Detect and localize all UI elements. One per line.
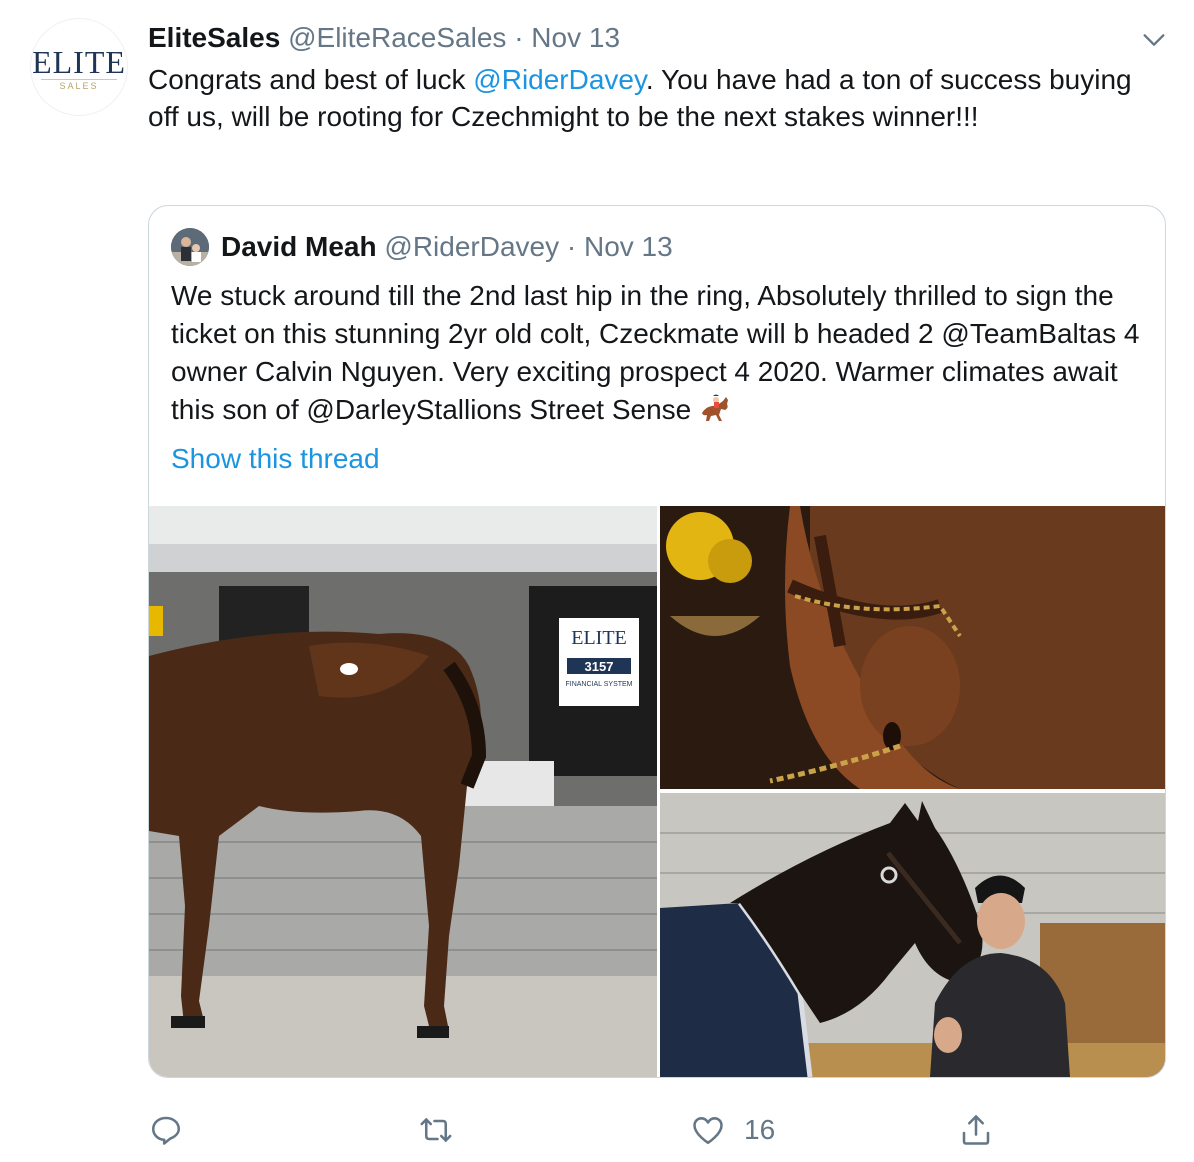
show-thread-link[interactable]: Show this thread (171, 440, 380, 478)
quoted-author-avatar[interactable] (171, 228, 209, 266)
quoted-author-name[interactable]: David Meah (221, 231, 377, 262)
tweet-text: Congrats and best of luck @RiderDavey. Y… (148, 61, 1158, 135)
heart-icon (693, 1117, 723, 1145)
reply-button[interactable] (148, 1110, 184, 1150)
author-avatar[interactable]: ELITE SALES (30, 18, 128, 116)
avatar-logo-subtext: SALES (41, 79, 117, 91)
separator-dot: · (514, 22, 524, 53)
tweet[interactable]: ELITE SALES EliteSales @EliteRaceSales ·… (0, 0, 1194, 1162)
chevron-down-icon[interactable] (1140, 26, 1168, 54)
separator-dot: · (566, 231, 577, 262)
tweet-date[interactable]: Nov 13 (531, 22, 620, 53)
sign-number: 3157 (585, 659, 614, 674)
mention-link[interactable]: @RiderDavey (473, 64, 646, 95)
horse-racing-emoji-icon (699, 393, 733, 423)
quoted-text: We stuck around till the 2nd last hip in… (171, 277, 1151, 429)
quoted-header: David Meah @RiderDavey · Nov 13 (221, 228, 673, 266)
like-button[interactable]: 16 (690, 1110, 775, 1150)
tweet-text-start: Congrats and best of luck (148, 64, 474, 95)
sign-caption: FINANCIAL SYSTEM (565, 681, 632, 688)
avatar-logo-text: ELITE (32, 44, 126, 80)
share-icon (962, 1115, 990, 1145)
sign-logo: ELITE (571, 627, 627, 649)
reply-icon (151, 1116, 181, 1145)
horse-with-owner-photo[interactable] (660, 793, 1165, 1077)
tweet-actions: 16 (0, 1100, 1194, 1160)
tweet-header: EliteSales @EliteRaceSales · Nov 13 (148, 20, 620, 56)
horse-head-closeup-photo[interactable] (660, 506, 1165, 789)
media-grid: ELITE 3157 FINANCIAL SYSTEM (149, 506, 1165, 1077)
quoted-author-handle[interactable]: @RiderDavey (384, 231, 559, 262)
author-handle[interactable]: @EliteRaceSales (288, 22, 506, 53)
retweet-icon (420, 1118, 452, 1142)
like-count: 16 (744, 1114, 776, 1145)
quoted-date[interactable]: Nov 13 (584, 231, 673, 262)
share-button[interactable] (958, 1110, 994, 1150)
quoted-text-body: We stuck around till the 2nd last hip in… (171, 280, 1140, 425)
author-name[interactable]: EliteSales (148, 22, 280, 53)
horse-side-photo[interactable]: ELITE 3157 FINANCIAL SYSTEM (149, 506, 657, 1077)
quoted-tweet-card[interactable]: David Meah @RiderDavey · Nov 13 We stuck… (148, 205, 1166, 1078)
retweet-button[interactable] (418, 1110, 454, 1150)
